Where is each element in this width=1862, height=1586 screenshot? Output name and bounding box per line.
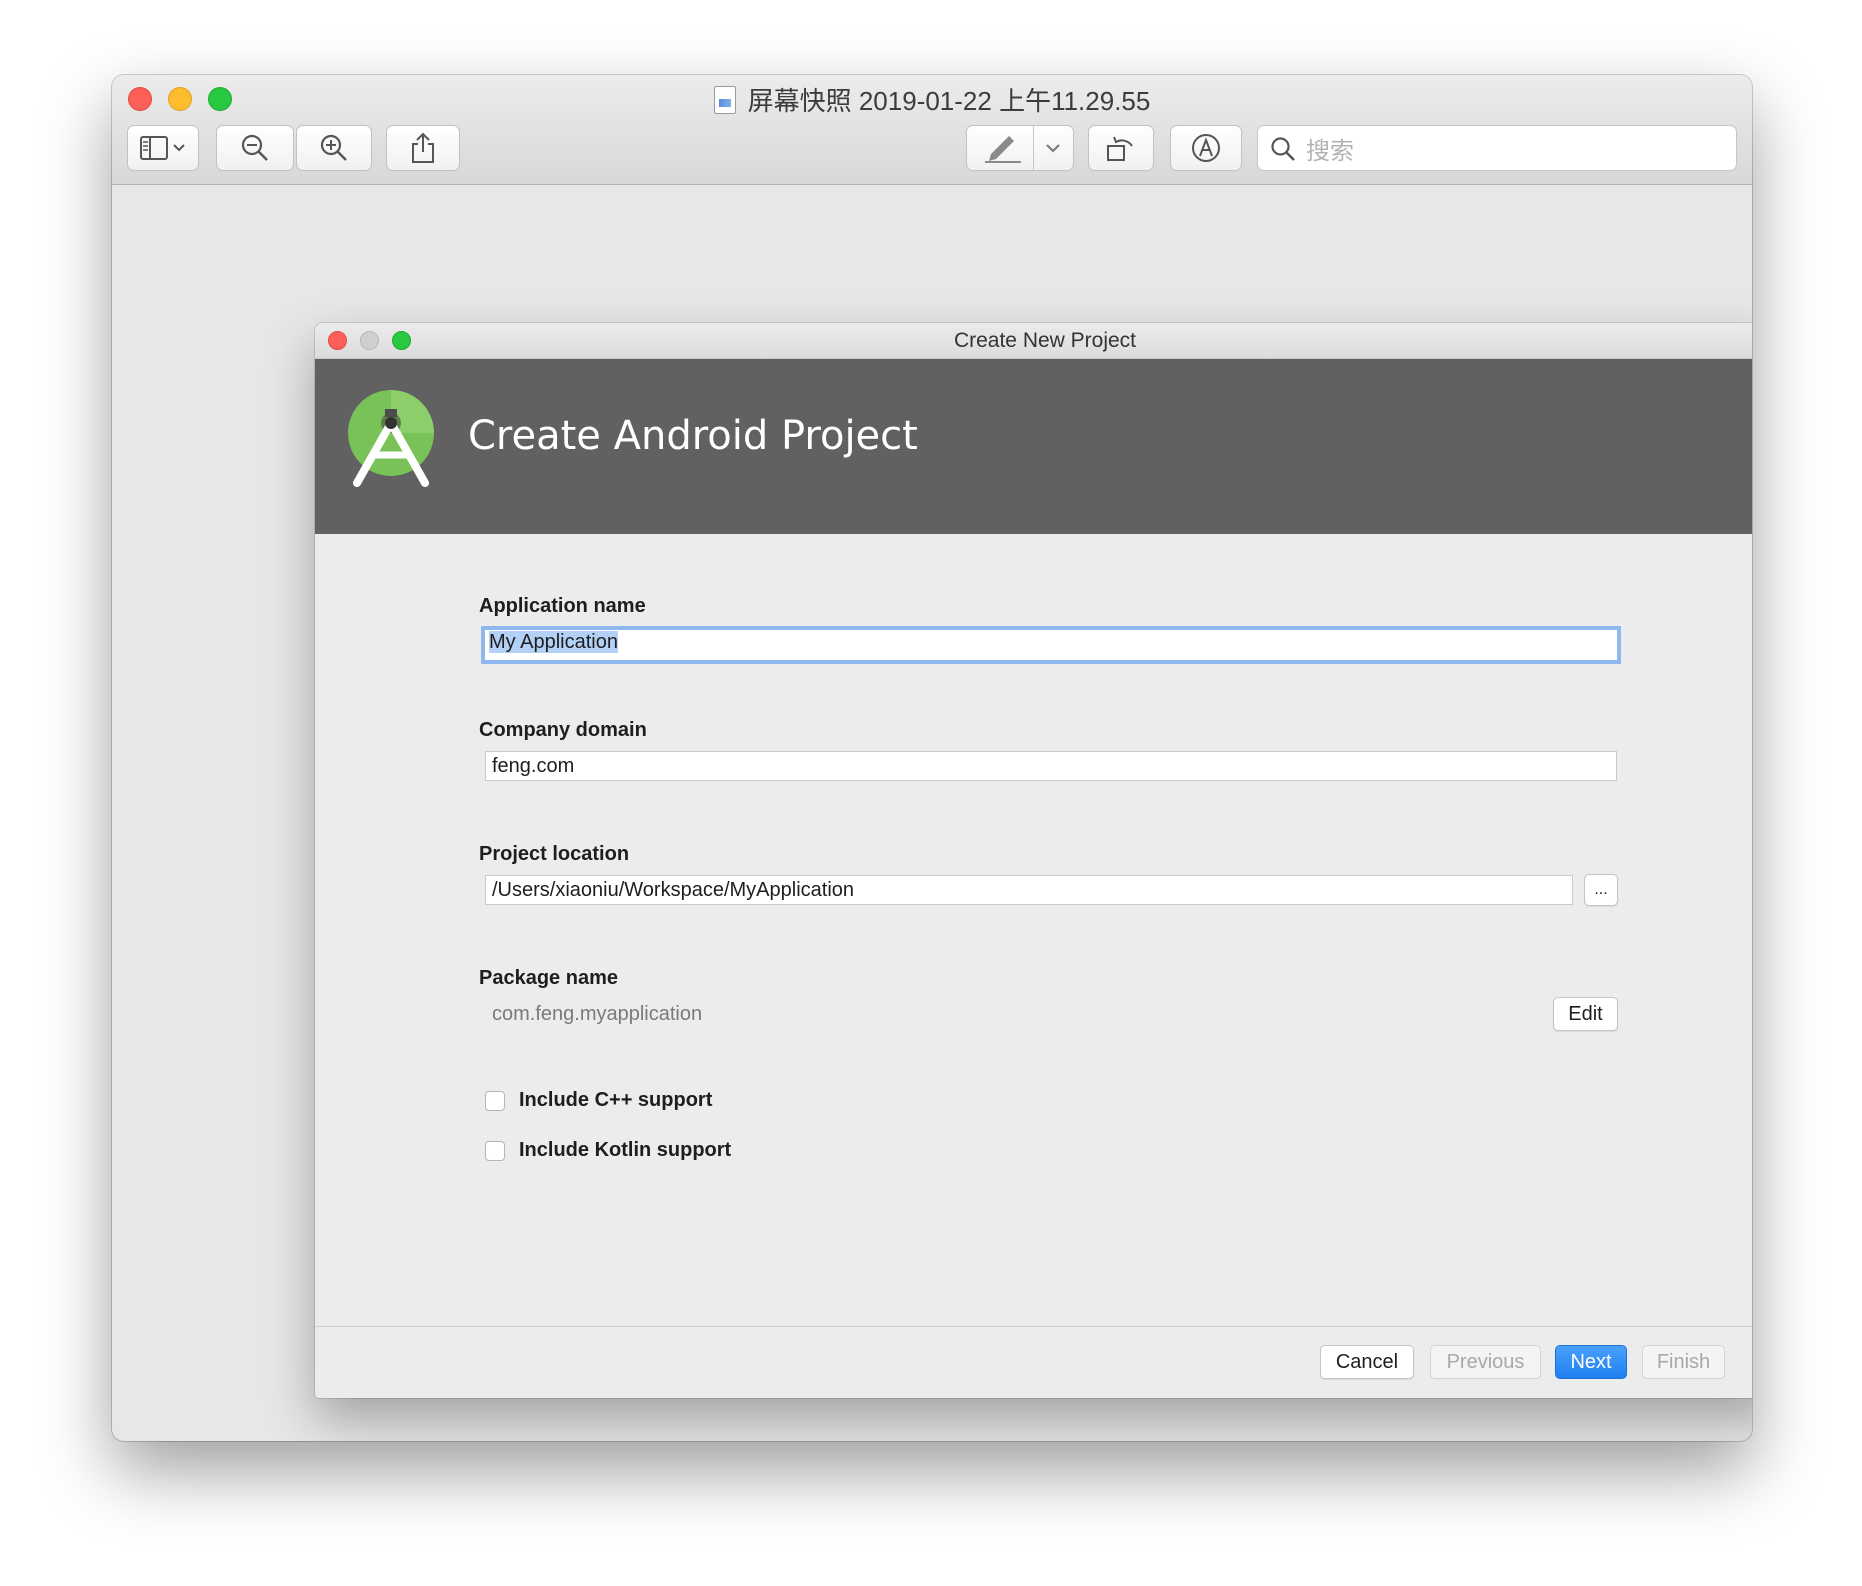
document-icon [713, 85, 736, 114]
zoom-in-button[interactable] [296, 125, 372, 171]
application-name-input[interactable]: My Application [481, 626, 1621, 664]
company-domain-input[interactable]: feng.com [485, 751, 1617, 781]
edit-button-label: Edit [1568, 1002, 1603, 1025]
application-name-label: Application name [479, 595, 646, 617]
preview-window: 屏幕快照 2019-01-22 上午11.29.55 搜索 Create New… [112, 75, 1752, 1441]
dialog-header-title: Create Android Project [468, 413, 918, 459]
dialog-titlebar: Create New Project [315, 323, 1752, 359]
rotate-button[interactable] [1088, 125, 1154, 171]
search-input[interactable]: 搜索 [1257, 125, 1737, 171]
create-project-dialog: Create New Project Create Android Projec… [315, 323, 1752, 1398]
cancel-button-label: Cancel [1335, 1350, 1399, 1373]
markup-button[interactable] [966, 125, 1074, 171]
dialog-close-button[interactable] [328, 331, 347, 350]
previous-button[interactable]: Previous [1430, 1345, 1541, 1379]
edit-package-button[interactable]: Edit [1553, 997, 1618, 1031]
finish-button-label: Finish [1656, 1350, 1711, 1373]
zoom-out-button[interactable] [216, 125, 294, 171]
project-location-input[interactable]: /Users/xiaoniu/Workspace/MyApplication [485, 875, 1573, 905]
rotate-icon [1107, 136, 1133, 161]
sidebar-icon [140, 136, 185, 160]
zoom-out-icon [241, 134, 268, 161]
company-domain-label: Company domain [479, 719, 647, 741]
dialog-zoom-button[interactable] [392, 331, 411, 350]
company-domain-value: feng.com [492, 755, 575, 777]
application-name-value: My Application [489, 631, 618, 653]
markup-circle-icon [1192, 134, 1220, 162]
dialog-footer: Cancel Previous Next Finish [315, 1326, 1752, 1398]
cpp-support-label: Include C++ support [519, 1089, 713, 1111]
android-studio-logo-icon [348, 390, 434, 487]
kotlin-support-checkbox[interactable] [485, 1140, 505, 1161]
package-name-value: com.feng.myapplication [492, 1003, 703, 1025]
browse-button-label: ... [1594, 881, 1608, 898]
pen-icon [985, 136, 1021, 163]
cpp-support-option[interactable]: Include C++ support [485, 1089, 712, 1112]
preview-toolbar: 屏幕快照 2019-01-22 上午11.29.55 搜索 [112, 75, 1752, 185]
kotlin-support-label: Include Kotlin support [519, 1139, 732, 1161]
sidebar-toggle-button[interactable] [127, 125, 199, 171]
package-name-label: Package name [479, 967, 618, 989]
browse-location-button[interactable]: ... [1584, 874, 1618, 906]
previous-button-label: Previous [1446, 1350, 1525, 1373]
chevron-down-icon [1046, 144, 1060, 153]
annotate-button[interactable] [1170, 125, 1242, 171]
next-button-label: Next [1570, 1350, 1612, 1373]
share-button[interactable] [386, 125, 460, 171]
window-title-text: 屏幕快照 2019-01-22 上午11.29.55 [747, 86, 1151, 116]
dialog-title: Create New Project [953, 329, 1137, 352]
cpp-support-checkbox[interactable] [485, 1090, 505, 1111]
dialog-minimize-button [360, 331, 379, 350]
finish-button[interactable]: Finish [1642, 1345, 1725, 1379]
search-placeholder: 搜索 [1306, 137, 1354, 165]
project-location-value: /Users/xiaoniu/Workspace/MyApplication [492, 879, 855, 901]
cancel-button[interactable]: Cancel [1320, 1345, 1414, 1379]
window-title: 屏幕快照 2019-01-22 上午11.29.55 [112, 81, 1752, 118]
search-icon [1271, 137, 1295, 161]
project-location-label: Project location [479, 843, 630, 865]
zoom-in-icon [320, 134, 347, 161]
share-icon [412, 132, 434, 163]
next-button[interactable]: Next [1555, 1345, 1627, 1379]
dialog-header-banner: Create Android Project [315, 359, 1752, 534]
kotlin-support-option[interactable]: Include Kotlin support [485, 1139, 731, 1162]
